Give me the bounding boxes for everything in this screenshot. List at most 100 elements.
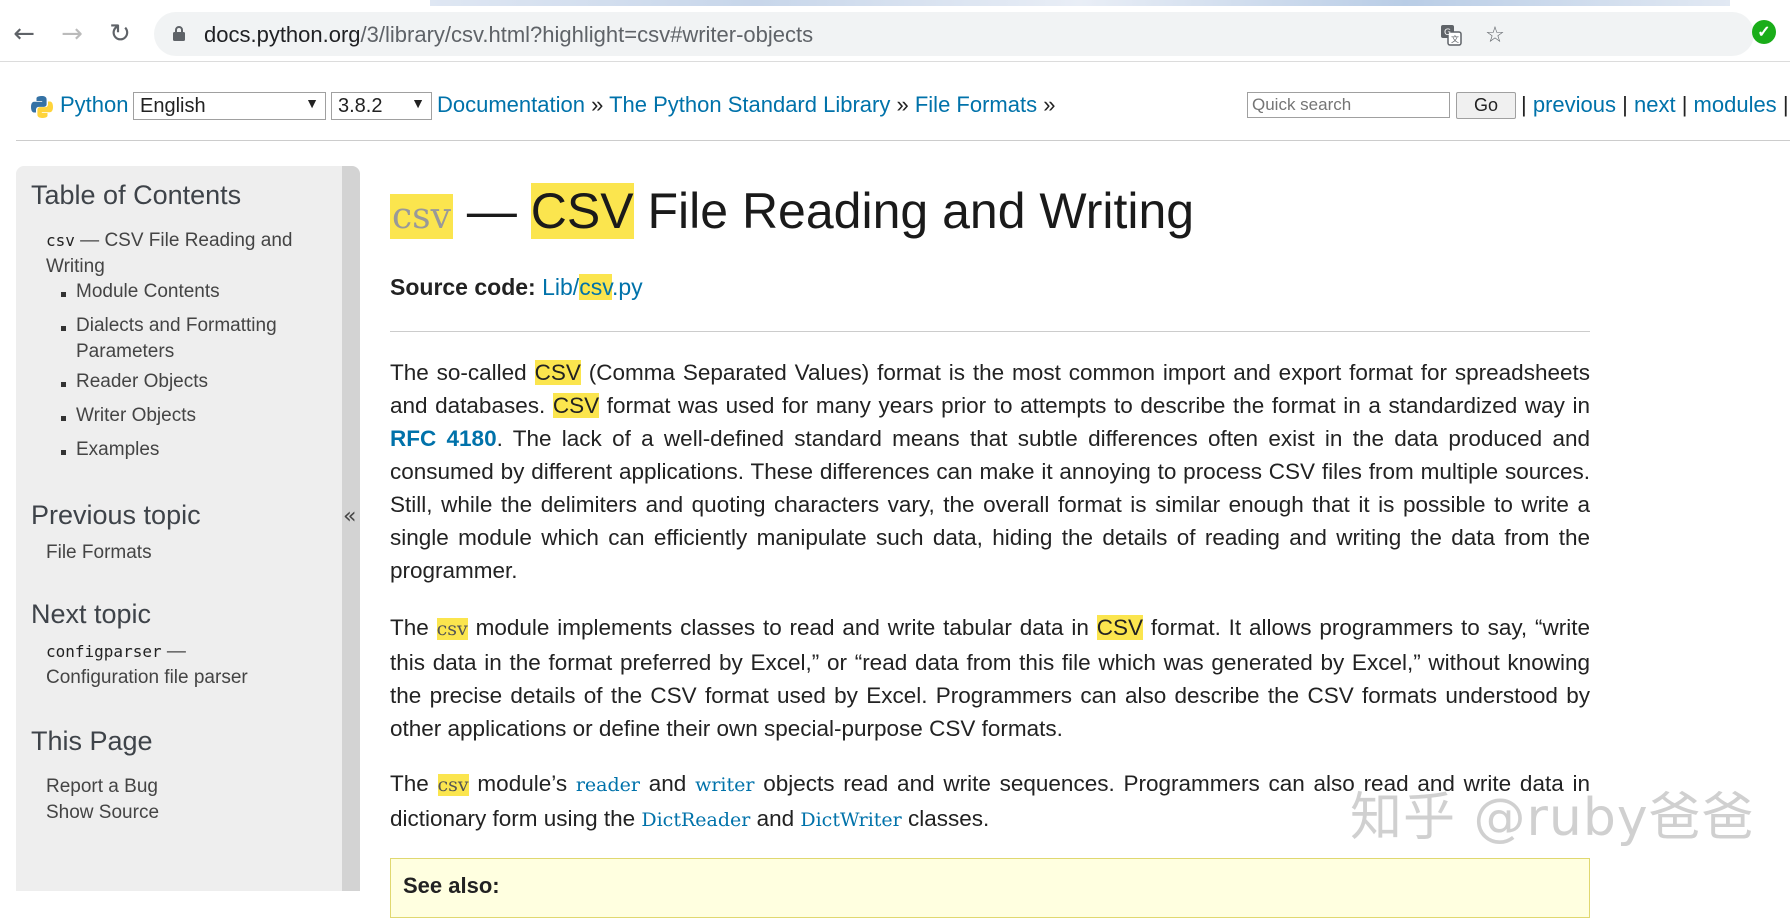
previous-link[interactable]: previous (1533, 92, 1616, 117)
source-link-ext: .py (612, 274, 643, 300)
bullet-icon (61, 292, 66, 297)
previous-topic-heading: Previous topic (31, 500, 201, 530)
see-also-title: See also: (403, 873, 500, 898)
toc-main-label-2: Writing (46, 256, 105, 277)
p1-highlight: CSV (552, 393, 600, 418)
breadcrumb-sep: » (591, 92, 604, 117)
next-topic-link[interactable]: configparser — Configuration file parser (46, 639, 248, 691)
python-logo-icon (31, 96, 53, 118)
doc-nav: | previous | next | modules | (1521, 92, 1789, 118)
window-title-strip (430, 0, 1730, 6)
reader-link[interactable]: reader (576, 774, 640, 796)
source-code-line: Source code: Lib/csv.py (390, 274, 643, 301)
toc-item-reader-objects[interactable]: Reader Objects (76, 369, 208, 395)
toc-item-dialects[interactable]: Dialects and Formatting (76, 313, 277, 339)
this-page-heading: This Page (31, 726, 153, 756)
writer-link[interactable]: writer (695, 774, 754, 796)
address-bar[interactable]: docs.python.org/3/library/csv.html?highl… (154, 12, 1754, 56)
toc-item-writer-objects[interactable]: Writer Objects (76, 403, 196, 429)
forward-icon[interactable]: → (56, 18, 88, 50)
next-topic-heading: Next topic (31, 599, 152, 629)
title-rest: File Reading and Writing (633, 183, 1195, 239)
next-topic-module: configparser (46, 642, 162, 661)
related-bar: Python » English ▼ 3.8.2 ▼ Documentation… (16, 86, 1790, 126)
title-dash: — (452, 183, 531, 239)
nav-pipe: | (1681, 92, 1688, 117)
breadcrumb: Documentation » The Python Standard Libr… (437, 92, 1055, 118)
report-bug-link[interactable]: Report a Bug (46, 774, 158, 800)
content-divider (390, 331, 1590, 332)
toc-item-examples[interactable]: Examples (76, 437, 159, 463)
go-button[interactable]: Go (1456, 92, 1516, 119)
dropdown-arrow-icon: ▼ (411, 95, 425, 111)
p1-text: format was used for many years prior to … (599, 393, 1590, 418)
p1-text: The so-called (390, 360, 535, 385)
extension-icon[interactable]: ✓ (1752, 20, 1776, 44)
bullet-icon (61, 382, 66, 387)
rfc-4180-link[interactable]: RFC 4180 (390, 426, 497, 451)
toc-item-dialects-2[interactable]: Parameters (76, 339, 174, 365)
url-path: /3/library/csv.html?highlight=csv#writer… (360, 22, 814, 47)
header-divider (16, 140, 1790, 141)
p1-text: . The lack of a well-defined standard me… (390, 426, 1590, 583)
quick-search-input[interactable] (1247, 92, 1450, 118)
python-home-link[interactable]: Python (60, 92, 129, 117)
intro-paragraph: The so-called CSV (Comma Separated Value… (390, 356, 1590, 587)
p2-text: The (390, 615, 437, 640)
bullet-icon (61, 416, 66, 421)
sidebar: Table of Contents csv — CSV File Reading… (16, 166, 342, 891)
translate-icon[interactable]: G文 (1438, 22, 1464, 48)
url-text: docs.python.org/3/library/csv.html?highl… (204, 22, 813, 48)
source-link-part: Lib/ (542, 274, 580, 300)
browser-toolbar: ← → ↻ docs.python.org/3/library/csv.html… (0, 0, 1790, 62)
title-highlight: CSV (530, 183, 634, 239)
p1-highlight: CSV (534, 360, 581, 385)
title-module-name: csv (390, 194, 453, 239)
breadcrumb-library[interactable]: The Python Standard Library (609, 92, 890, 117)
dropdown-arrow-icon: ▼ (305, 95, 319, 111)
nav-pipe: | (1521, 92, 1527, 117)
breadcrumb-file-formats[interactable]: File Formats (915, 92, 1037, 117)
breadcrumb-documentation[interactable]: Documentation (437, 92, 585, 117)
p2-text: module implements classes to read and wr… (467, 615, 1097, 640)
modules-link[interactable]: modules (1694, 92, 1777, 117)
reload-icon[interactable]: ↻ (104, 18, 136, 50)
svg-text:文: 文 (1451, 34, 1459, 44)
toc-main-link[interactable]: csv — CSV File Reading and Writing (46, 228, 292, 280)
lock-icon (173, 26, 185, 41)
toc-module-name: csv (46, 231, 75, 250)
collapse-icon: « (343, 504, 357, 529)
p3-text: module’s (468, 771, 576, 796)
watermark: 知乎 @ruby爸爸 (1350, 788, 1755, 848)
version-select[interactable]: 3.8.2 ▼ (331, 92, 432, 120)
show-source-link[interactable]: Show Source (46, 800, 159, 826)
p3-text: and (640, 771, 696, 796)
star-icon[interactable]: ☆ (1482, 22, 1508, 48)
dictreader-link[interactable]: DictReader (641, 809, 750, 831)
breadcrumb-sep: » (1043, 92, 1056, 117)
dictwriter-link[interactable]: DictWriter (800, 809, 901, 831)
sidebar-collapse-button[interactable]: « (342, 166, 360, 891)
source-code-label: Source code: (390, 274, 536, 300)
next-link[interactable]: next (1634, 92, 1676, 117)
source-link-highlight: csv (579, 274, 612, 300)
back-icon[interactable]: ← (8, 18, 40, 50)
p2-module-name: csv (436, 618, 468, 640)
breadcrumb-sep: » (896, 92, 909, 117)
previous-topic-link[interactable]: File Formats (46, 540, 152, 566)
page-title: csv — CSV File Reading and Writing (390, 182, 1194, 240)
url-host: docs.python.org (204, 22, 361, 47)
language-select[interactable]: English ▼ (133, 92, 326, 120)
see-also-box: See also: (390, 858, 1590, 918)
bullet-icon (61, 326, 66, 331)
module-paragraph: The csv module implements classes to rea… (390, 611, 1590, 745)
p3-text: classes. (901, 806, 990, 831)
p3-module-name: csv (437, 774, 469, 796)
toc-item-module-contents[interactable]: Module Contents (76, 279, 220, 305)
nav-pipe: | (1622, 92, 1628, 117)
nav-pipe: | (1782, 92, 1789, 117)
next-topic-desc: Configuration file parser (46, 667, 248, 688)
p3-text: The (390, 771, 438, 796)
version-value: 3.8.2 (338, 95, 383, 117)
source-code-link[interactable]: Lib/csv.py (542, 274, 643, 300)
